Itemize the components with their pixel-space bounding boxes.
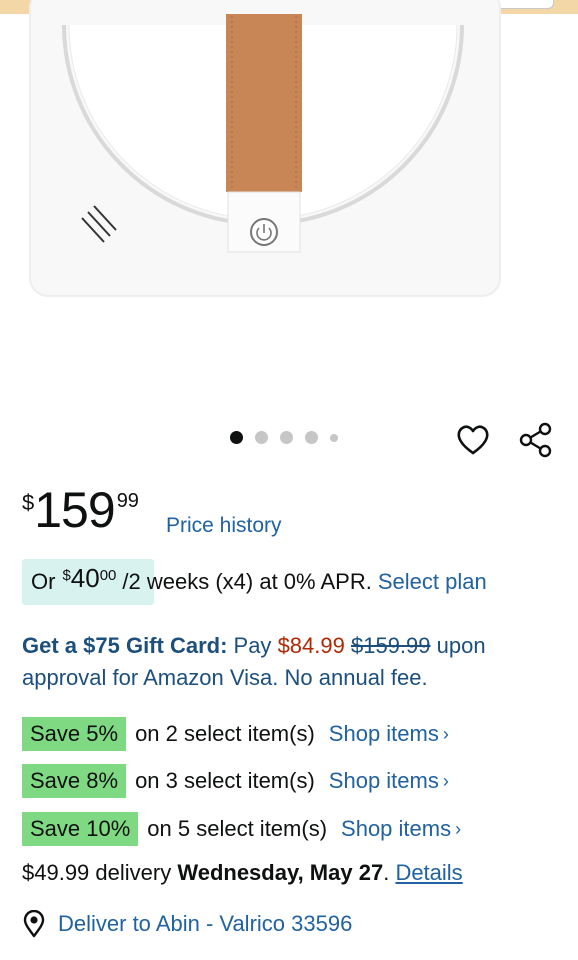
- chevron-right-icon: ›: [442, 723, 449, 744]
- gift-card-offer[interactable]: Get a $75 Gift Card: Pay $84.99 $159.99 …: [22, 630, 562, 694]
- chevron-right-icon: ›: [455, 818, 462, 839]
- shop-items-link[interactable]: Shop items: [329, 721, 439, 747]
- product-image[interactable]: [0, 0, 578, 420]
- carousel-dot[interactable]: [305, 431, 318, 444]
- heart-icon: [457, 425, 489, 455]
- delivery-price: $49.99 delivery: [22, 860, 172, 885]
- price-fraction: 99: [116, 490, 139, 512]
- share-button[interactable]: [517, 421, 555, 459]
- savings-row: Save 10% on 5 select item(s) Shop items …: [22, 811, 461, 847]
- savings-row: Save 8% on 3 select item(s) Shop items ›: [22, 763, 449, 799]
- gift-card-old-price: $159.99: [350, 633, 431, 658]
- installment-fraction: 00: [99, 567, 117, 584]
- save-badge: Save 5%: [22, 717, 127, 751]
- save-description: on 5 select item(s): [147, 816, 328, 841]
- gift-card-new-price: $84.99: [277, 633, 345, 658]
- carousel-dot[interactable]: [330, 433, 338, 442]
- savings-row: Save 5% on 2 select item(s) Shop items ›: [22, 716, 449, 752]
- product-price: $ 159 99: [22, 484, 139, 536]
- installment-offer: Or $ 40 00 /2 weeks (x4) at 0% APR. Sele…: [22, 559, 562, 605]
- shop-items-link[interactable]: Shop items: [341, 816, 451, 842]
- price-whole: 159: [34, 482, 115, 538]
- save-badge: Save 8%: [22, 764, 127, 798]
- delivery-date: Wednesday, May 27: [177, 860, 384, 885]
- save-badge: Save 10%: [22, 812, 139, 846]
- delivery-details-link[interactable]: Details: [395, 860, 462, 885]
- select-plan-link[interactable]: Select plan: [378, 569, 487, 595]
- share-icon: [519, 422, 552, 458]
- installment-terms: /2 weeks (x4) at 0% APR.: [122, 569, 372, 594]
- deliver-to-location[interactable]: Deliver to Abin - Valrico 33596: [22, 910, 352, 938]
- installment-currency: $: [62, 567, 71, 584]
- deliver-to-label: Deliver to Abin - Valrico 33596: [58, 911, 353, 936]
- carousel-dot[interactable]: [280, 431, 293, 444]
- save-description: on 2 select item(s): [135, 721, 315, 746]
- delivery-info: $49.99 delivery Wednesday, May 27. Detai…: [22, 860, 463, 886]
- delivery-period: .: [383, 860, 390, 885]
- save-description: on 3 select item(s): [135, 768, 315, 793]
- installment-prefix: Or: [31, 569, 56, 594]
- carousel-dot[interactable]: [255, 431, 268, 444]
- installment-amount: 40: [70, 563, 100, 593]
- price-history-link[interactable]: Price history: [166, 514, 282, 538]
- wishlist-button[interactable]: [455, 422, 491, 458]
- gift-card-title: Get a $75 Gift Card:: [22, 633, 228, 658]
- gift-card-pay: Pay: [233, 633, 272, 658]
- shop-items-link[interactable]: Shop items: [329, 768, 439, 794]
- carousel-dot[interactable]: [230, 431, 243, 444]
- chevron-right-icon: ›: [442, 770, 449, 791]
- image-carousel-dots[interactable]: [230, 431, 338, 444]
- location-pin-icon: [23, 910, 45, 938]
- price-currency: $: [22, 490, 35, 515]
